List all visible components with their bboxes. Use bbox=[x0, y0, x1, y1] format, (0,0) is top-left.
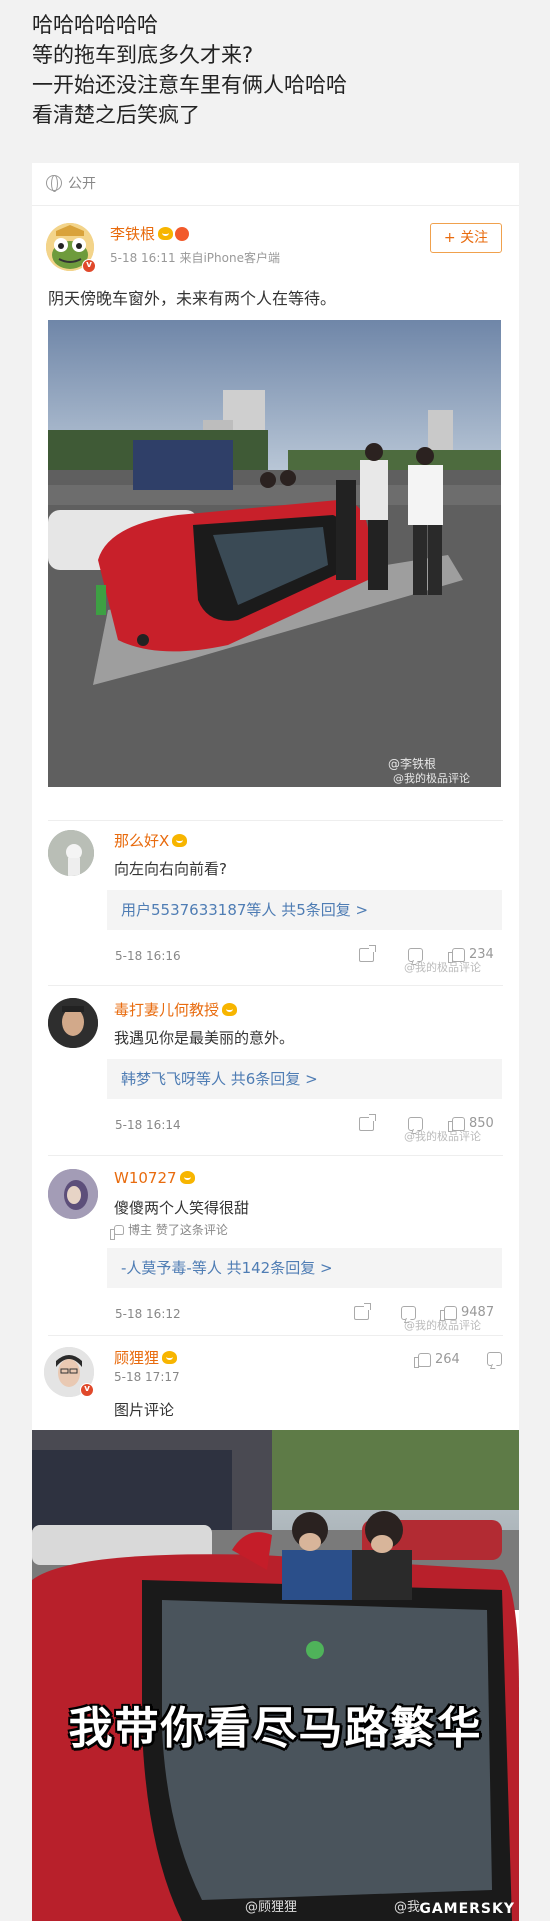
commenter-name[interactable]: 毒打妻儿何教授 bbox=[114, 999, 238, 1020]
globe-icon bbox=[46, 175, 62, 192]
post-line: 等的拖车到底多久才来? bbox=[32, 43, 254, 67]
author-name[interactable]: 李铁根 bbox=[110, 223, 190, 244]
comment-text: 我遇见你是最美丽的意外。 bbox=[114, 1029, 295, 1047]
like-count: 264 bbox=[435, 1352, 460, 1367]
comment-button[interactable] bbox=[487, 1352, 502, 1366]
commenter-name-text: 那么好X bbox=[114, 832, 170, 850]
visibility-label: 公开 bbox=[68, 176, 96, 192]
member-crown-icon bbox=[162, 1351, 178, 1364]
commenter-name-text: 顾狸狸 bbox=[114, 1349, 160, 1367]
replies-link[interactable]: 韩梦飞飞呀等人 共6条回复 > bbox=[107, 1059, 502, 1099]
comment-watermark: @我的极品评论 bbox=[404, 961, 481, 974]
member-crown-icon bbox=[158, 227, 174, 240]
divider bbox=[32, 205, 519, 206]
like-icon bbox=[414, 1352, 431, 1368]
post-line: 看清楚之后笑疯了 bbox=[32, 103, 200, 127]
avatar-photo bbox=[48, 1169, 98, 1219]
comment-watermark: @我的极品评论 bbox=[404, 1319, 481, 1332]
author-name-text: 李铁根 bbox=[110, 225, 156, 243]
author-liked-text: 博主 赞了这条评论 bbox=[128, 1223, 228, 1237]
site-watermark: GAMERSKY bbox=[419, 1901, 515, 1917]
overturned-car-photo bbox=[48, 320, 501, 787]
like-icon bbox=[110, 1224, 124, 1240]
divider bbox=[48, 1335, 503, 1336]
post-line: 哈哈哈哈哈哈 bbox=[32, 13, 158, 37]
member-crown-icon bbox=[172, 834, 188, 847]
post-meta: 5-18 16:11 来自iPhone客户端 bbox=[110, 251, 280, 265]
commenter-name[interactable]: 顾狸狸 bbox=[114, 1347, 178, 1368]
replies-link[interactable]: -人莫予毒-等人 共142条回复 > bbox=[107, 1248, 502, 1288]
share-button[interactable] bbox=[359, 1114, 376, 1131]
avatar[interactable] bbox=[48, 998, 98, 1048]
couple-in-overturned-car-photo bbox=[32, 1430, 519, 1921]
share-icon bbox=[354, 1303, 371, 1320]
like-button[interactable]: 264 bbox=[414, 1352, 460, 1368]
comment-time: 5-18 16:16 bbox=[115, 949, 181, 963]
post-text: 哈哈哈哈哈哈 等的拖车到底多久才来? 一开始还没注意车里有俩人哈哈哈 看清楚之后… bbox=[32, 10, 532, 130]
avatar-photo bbox=[48, 998, 98, 1048]
share-button[interactable] bbox=[359, 945, 376, 962]
divider bbox=[48, 820, 503, 821]
comment-text: 傻傻两个人笑得很甜 bbox=[114, 1199, 250, 1217]
level-badge-icon bbox=[175, 227, 190, 241]
comment-time: 5-18 16:12 bbox=[115, 1307, 181, 1321]
commenter-name-text: 毒打妻儿何教授 bbox=[114, 1001, 220, 1019]
comment-text: 向左向右向前看? bbox=[114, 860, 227, 878]
weibo-screenshot-card: 公开 v 李铁根 5-18 16:11 来自iPhone客户端 + 关注 阴天傍… bbox=[32, 163, 519, 1921]
author-liked-note: 博主 赞了这条评论 bbox=[110, 1221, 228, 1240]
comment-text: 图片评论 bbox=[114, 1401, 175, 1419]
photo-watermark: @顾狸狸 bbox=[245, 1900, 298, 1915]
photo-watermark: @我的极品评论 bbox=[393, 772, 470, 785]
follow-button[interactable]: + 关注 bbox=[430, 223, 502, 253]
post-line: 一开始还没注意车里有俩人哈哈哈 bbox=[32, 73, 347, 97]
visibility-indicator: 公开 bbox=[46, 173, 96, 193]
avatar-photo bbox=[48, 830, 94, 876]
comment-time: 5-18 16:14 bbox=[115, 1118, 181, 1132]
commenter-name[interactable]: W10727 bbox=[114, 1169, 195, 1187]
verified-badge: v bbox=[82, 259, 96, 273]
share-icon bbox=[359, 945, 376, 962]
member-crown-icon bbox=[222, 1003, 238, 1016]
divider bbox=[48, 985, 503, 986]
member-crown-icon bbox=[179, 1171, 195, 1184]
replies-link[interactable]: 用户5537633187等人 共5条回复 > bbox=[107, 890, 502, 930]
comment-photo[interactable]: 我带你看尽马路繁华 @顾狸狸 @我 GAMERSKY bbox=[32, 1430, 519, 1921]
meme-caption: 我带你看尽马路繁华 bbox=[68, 1703, 483, 1754]
verified-badge: v bbox=[80, 1383, 94, 1397]
comment-watermark: @我的极品评论 bbox=[404, 1130, 481, 1143]
divider bbox=[48, 1155, 503, 1156]
post-photo[interactable]: @李铁根 @我的极品评论 bbox=[48, 320, 501, 787]
share-button[interactable] bbox=[354, 1303, 371, 1320]
commenter-name-text: W10727 bbox=[114, 1169, 177, 1187]
commenter-name[interactable]: 那么好X bbox=[114, 830, 188, 851]
photo-watermark: @我 bbox=[394, 1900, 421, 1915]
share-icon bbox=[359, 1114, 376, 1131]
comment-icon bbox=[487, 1352, 502, 1366]
comment-time: 5-18 17:17 bbox=[114, 1370, 180, 1384]
avatar[interactable] bbox=[48, 1169, 98, 1219]
post-body: 阴天傍晚车窗外，未来有两个人在等待。 bbox=[48, 289, 337, 308]
avatar[interactable] bbox=[48, 830, 94, 876]
